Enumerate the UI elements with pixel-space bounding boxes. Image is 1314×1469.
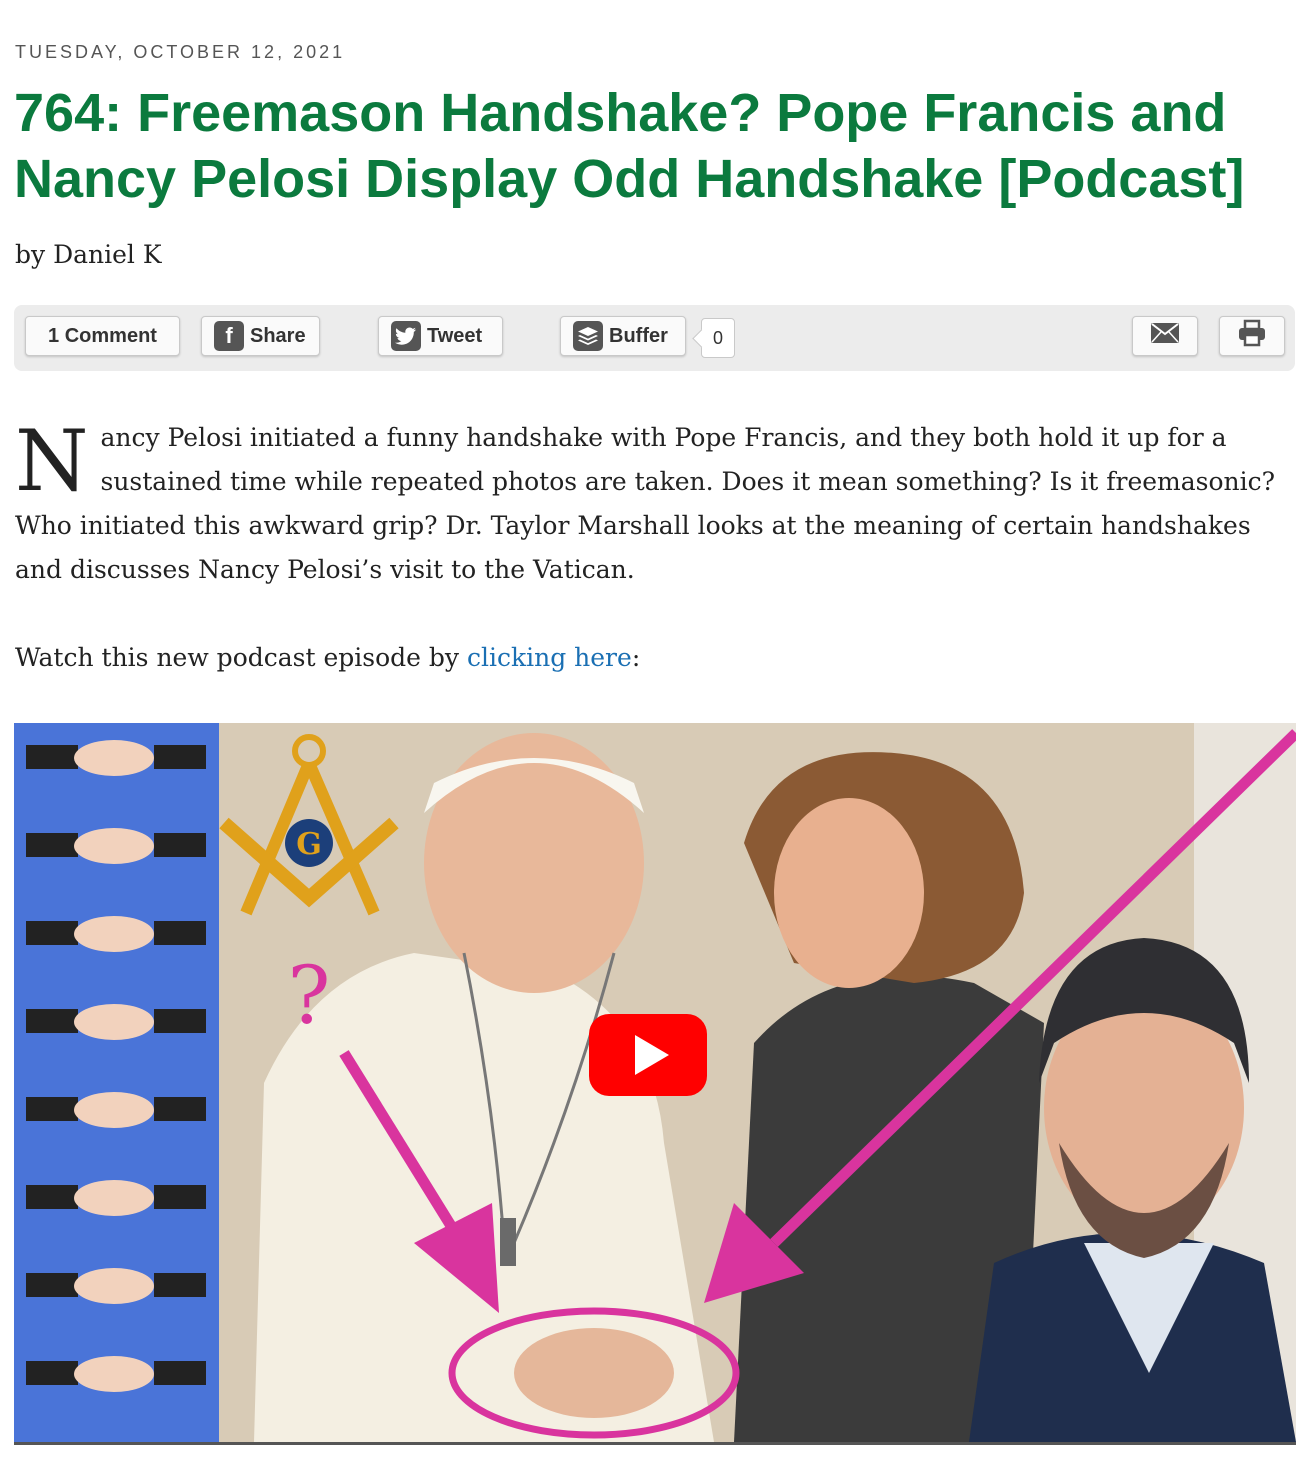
youtube-play-icon: [635, 1035, 669, 1075]
mail-icon: [1150, 322, 1180, 350]
comments-button[interactable]: 1 Comment: [25, 316, 180, 356]
tweet-button[interactable]: Tweet: [378, 316, 503, 356]
watch-prefix: Watch this new podcast episode by: [15, 643, 467, 672]
article-text: ancy Pelosi initiated a funny handshake …: [15, 423, 1276, 584]
print-button[interactable]: [1219, 316, 1285, 356]
drop-cap: N: [15, 412, 89, 510]
post-byline: by Daniel K: [15, 240, 162, 269]
post-date: Tuesday, October 12, 2021: [15, 42, 346, 62]
post-title[interactable]: 764: Freemason Handshake? Pope Francis a…: [14, 80, 1304, 212]
buffer-count: 0: [701, 318, 735, 358]
share-label: Share: [250, 324, 306, 347]
facebook-icon: f: [214, 321, 244, 351]
buffer-label: Buffer: [609, 324, 668, 347]
video-embed[interactable]: G ?: [14, 723, 1296, 1442]
article-paragraph: N ancy Pelosi initiated a funny handshak…: [15, 416, 1300, 592]
clicking-here-link[interactable]: clicking here: [467, 643, 632, 672]
twitter-icon: [391, 321, 421, 351]
comments-label: 1 Comment: [48, 324, 157, 347]
tweet-label: Tweet: [427, 324, 483, 347]
buffer-button[interactable]: Buffer: [560, 316, 686, 356]
video-bottom-border: [14, 1442, 1296, 1445]
email-button[interactable]: [1132, 316, 1198, 356]
buffer-icon: [573, 321, 603, 351]
youtube-play-button[interactable]: [589, 1014, 707, 1096]
svg-text:G: G: [296, 827, 322, 862]
watch-line: Watch this new podcast episode by clicki…: [15, 636, 640, 680]
question-mark: ?: [288, 949, 331, 1042]
print-icon: [1237, 319, 1267, 353]
facebook-share-button[interactable]: f Share: [201, 316, 320, 356]
share-bar: 1 Comment f Share Tweet Buffer 0: [14, 305, 1295, 371]
watch-suffix: :: [631, 643, 641, 672]
